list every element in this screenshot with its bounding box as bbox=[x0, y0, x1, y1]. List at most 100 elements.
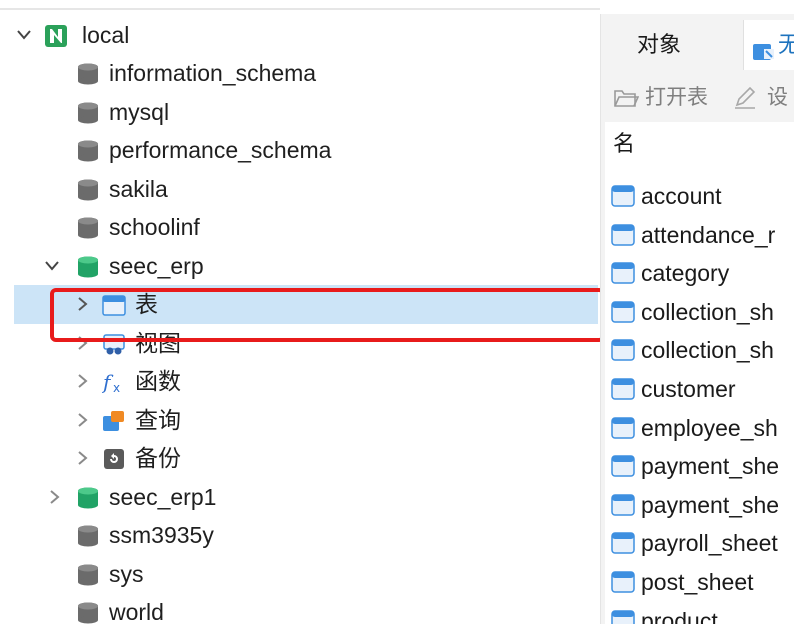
navigation-tree: local information_schema mysql performan… bbox=[0, 14, 605, 625]
database-sakila[interactable]: sakila bbox=[0, 170, 600, 209]
database-information-schema[interactable]: information_schema bbox=[0, 54, 600, 93]
table-icon bbox=[611, 416, 635, 439]
tab-label: 无 bbox=[778, 20, 794, 70]
object-toolbar: 打开表 设 bbox=[601, 76, 794, 120]
database-seec-erp[interactable]: seec_erp bbox=[0, 247, 600, 286]
database-label: mysql bbox=[109, 99, 170, 125]
tree-item-queries[interactable]: 查询 bbox=[0, 401, 600, 440]
tab-label: 对象 bbox=[637, 32, 682, 57]
database-label: schoolinf bbox=[109, 214, 200, 240]
connection-label: local bbox=[82, 22, 130, 48]
database-world[interactable]: world bbox=[0, 593, 600, 632]
tab-untitled-query[interactable]: 无 bbox=[743, 20, 794, 70]
table-icon bbox=[611, 301, 635, 323]
table-name: payment_she bbox=[641, 453, 780, 480]
table-icon bbox=[611, 609, 635, 624]
chevron-right-icon[interactable] bbox=[74, 411, 90, 429]
top-divider bbox=[0, 8, 600, 10]
database-icon bbox=[76, 139, 100, 163]
chevron-right-icon[interactable] bbox=[74, 372, 90, 390]
tree-item-label: 查询 bbox=[135, 407, 181, 433]
table-icon bbox=[611, 571, 635, 593]
database-schoolinf[interactable]: schoolinf bbox=[0, 208, 600, 247]
highlight-annotation-box bbox=[50, 288, 605, 342]
table-name: payroll_sheet bbox=[641, 530, 778, 557]
backup-icon bbox=[102, 447, 126, 471]
database-label: sys bbox=[109, 561, 144, 587]
database-label: world bbox=[109, 599, 164, 625]
object-panel: 对象 无 打开表 设 名 account attendance_r category… bbox=[600, 14, 794, 624]
svg-text:x: x bbox=[113, 381, 120, 394]
table-list-item[interactable]: payment_she bbox=[611, 448, 794, 484]
design-label: 设 bbox=[767, 86, 788, 109]
database-label: ssm3935y bbox=[109, 522, 214, 548]
table-icon bbox=[611, 262, 635, 284]
table-list-item[interactable]: payroll_sheet bbox=[611, 525, 794, 561]
table-icon bbox=[611, 378, 635, 400]
database-mysql[interactable]: mysql bbox=[0, 93, 600, 132]
table-name: customer bbox=[641, 376, 736, 402]
table-name: post_sheet bbox=[641, 569, 754, 595]
table-name: collection_sh bbox=[641, 337, 774, 364]
database-open-icon bbox=[76, 486, 100, 510]
table-name: attendance_r bbox=[641, 221, 776, 248]
database-open-icon bbox=[76, 255, 100, 279]
table-icon bbox=[611, 455, 635, 477]
chevron-right-icon[interactable] bbox=[46, 488, 62, 506]
database-icon bbox=[76, 524, 100, 548]
table-icon bbox=[611, 223, 635, 246]
database-icon bbox=[76, 601, 100, 625]
table-list-item[interactable]: customer bbox=[611, 371, 794, 407]
database-icon bbox=[76, 101, 100, 125]
table-name: employee_sh bbox=[641, 414, 778, 441]
chevron-down-icon[interactable] bbox=[44, 257, 60, 275]
tree-item-backup[interactable]: 备份 bbox=[0, 439, 600, 478]
query-icon bbox=[102, 409, 126, 433]
table-list-item[interactable]: product bbox=[611, 603, 794, 624]
table-icon bbox=[611, 532, 635, 555]
database-icon bbox=[76, 62, 100, 86]
table-icon bbox=[611, 185, 635, 207]
database-seec-erp1[interactable]: seec_erp1 bbox=[0, 478, 600, 517]
database-ssm3935y[interactable]: ssm3935y bbox=[0, 516, 600, 555]
database-icon bbox=[76, 563, 100, 587]
database-label: performance_schema bbox=[109, 137, 332, 163]
table-list-item[interactable]: collection_sh bbox=[611, 332, 794, 368]
connection-local[interactable]: local bbox=[0, 16, 600, 55]
table-icon bbox=[611, 339, 635, 362]
table-name: product bbox=[641, 607, 718, 624]
database-icon bbox=[76, 178, 100, 202]
tree-item-label: 备份 bbox=[135, 445, 181, 471]
database-label: seec_erp1 bbox=[109, 484, 217, 510]
table-list-item[interactable]: post_sheet bbox=[611, 564, 794, 600]
connection-icon bbox=[44, 24, 68, 48]
table-list-item[interactable]: employee_sh bbox=[611, 410, 794, 446]
database-label: seec_erp bbox=[109, 253, 204, 279]
tab-objects[interactable]: 对象 bbox=[637, 20, 737, 70]
database-sys[interactable]: sys bbox=[0, 555, 600, 594]
table-name: account bbox=[641, 183, 722, 209]
open-table-label: 打开表 bbox=[645, 86, 708, 109]
database-label: sakila bbox=[109, 176, 168, 202]
table-list-item[interactable]: collection_sh bbox=[611, 294, 794, 330]
table-name: collection_sh bbox=[641, 298, 774, 325]
tree-item-functions[interactable]: fx 函数 bbox=[0, 362, 600, 401]
database-label: information_schema bbox=[109, 60, 317, 86]
database-icon bbox=[76, 216, 100, 240]
chevron-right-icon[interactable] bbox=[74, 449, 90, 467]
column-header-name[interactable]: 名 bbox=[613, 130, 635, 158]
pencil-icon bbox=[735, 87, 756, 109]
folder-open-icon bbox=[614, 90, 639, 107]
table-name: category bbox=[641, 260, 730, 287]
table-list-item[interactable]: category bbox=[611, 255, 794, 291]
chevron-down-icon[interactable] bbox=[16, 26, 32, 44]
table-list-item[interactable]: attendance_r bbox=[611, 217, 794, 253]
table-list: 名 account attendance_r category collection_… bbox=[605, 122, 794, 624]
table-list-item[interactable]: payment_she bbox=[611, 487, 794, 523]
table-icon bbox=[611, 494, 635, 516]
table-list-item[interactable]: account bbox=[611, 178, 794, 214]
function-icon: fx bbox=[102, 370, 126, 394]
table-name: payment_she bbox=[641, 491, 780, 518]
tree-item-label: 函数 bbox=[135, 368, 181, 394]
database-performance-schema[interactable]: performance_schema bbox=[0, 131, 600, 170]
